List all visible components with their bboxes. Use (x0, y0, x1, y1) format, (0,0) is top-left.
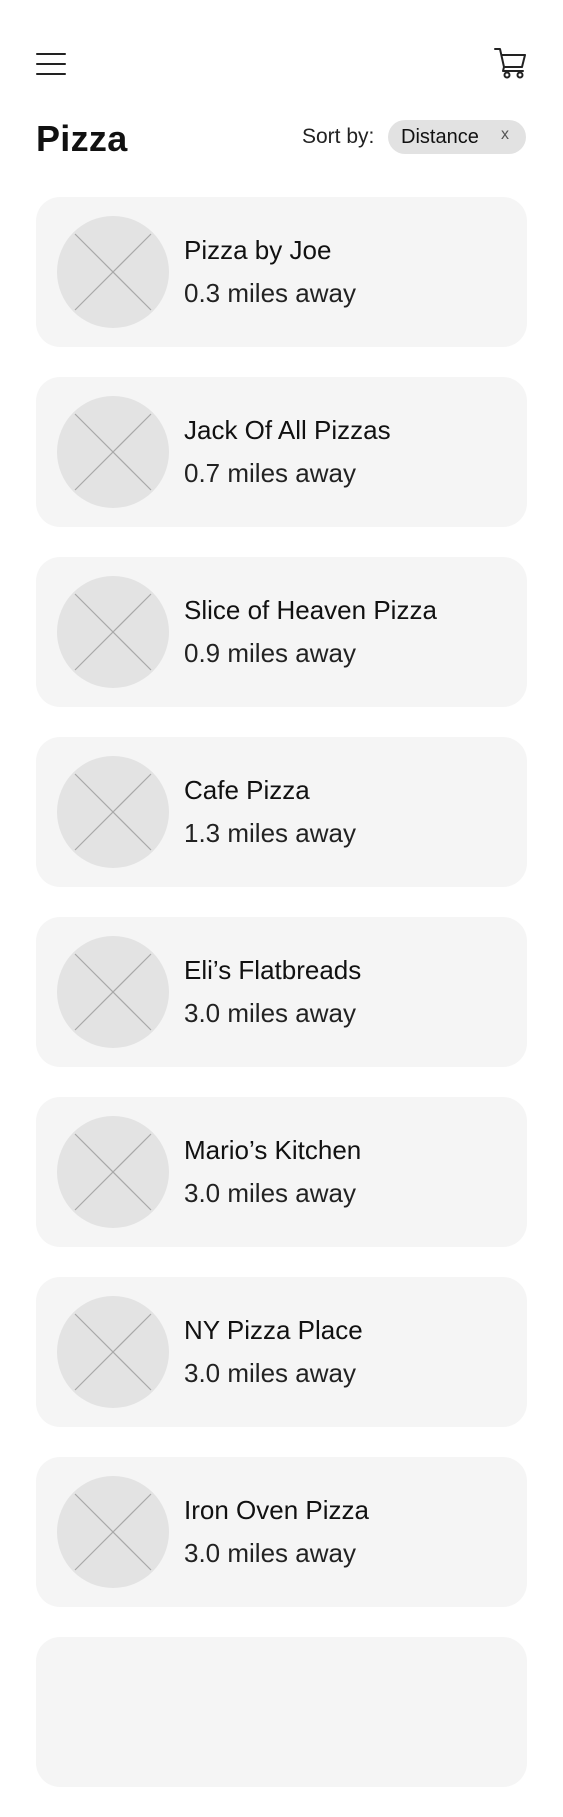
restaurant-list: Pizza by Joe 0.3 miles away Jack Of All … (36, 197, 527, 1817)
image-placeholder-icon (57, 1476, 169, 1588)
image-placeholder-icon (57, 1116, 169, 1228)
image-placeholder-icon (57, 216, 169, 328)
image-placeholder-icon (57, 756, 169, 868)
restaurant-distance: 3.0 miles away (184, 1358, 356, 1388)
restaurant-card[interactable]: Iron Oven Pizza 3.0 miles away (36, 1457, 527, 1607)
image-placeholder-icon (57, 936, 169, 1048)
shopping-cart-icon[interactable] (494, 46, 530, 80)
restaurant-distance: 3.0 miles away (184, 1178, 356, 1208)
restaurant-name: Pizza by Joe (184, 235, 332, 265)
restaurant-card[interactable]: Slice of Heaven Pizza 0.9 miles away (36, 557, 527, 707)
restaurant-name: Mario’s Kitchen (184, 1135, 362, 1165)
restaurant-name: NY Pizza Place (184, 1315, 363, 1345)
restaurant-name: Jack Of All Pizzas (184, 415, 391, 445)
restaurant-distance: 0.9 miles away (184, 638, 356, 668)
restaurant-card[interactable]: NY Pizza Place 3.0 miles away (36, 1277, 527, 1427)
page-title: Pizza (36, 118, 128, 159)
restaurant-distance: 1.3 miles away (184, 818, 356, 848)
restaurant-card[interactable]: Pizza by Joe 0.3 miles away (36, 197, 527, 347)
restaurant-card[interactable]: Eli’s Flatbreads 3.0 miles away (36, 917, 527, 1067)
hamburger-menu-icon[interactable] (34, 48, 68, 80)
sort-chip[interactable]: Distance x (388, 120, 526, 154)
clear-sort-button[interactable]: x (501, 126, 509, 144)
heading-row: Pizza Sort by: Distance x (0, 110, 563, 170)
sort-label: Sort by: (302, 125, 375, 148)
restaurant-distance: 0.7 miles away (184, 458, 356, 488)
restaurant-card[interactable]: Cafe Pizza 1.3 miles away (36, 737, 527, 887)
restaurant-name: Iron Oven Pizza (184, 1495, 369, 1525)
sort-chip-label: Distance (401, 126, 479, 148)
restaurant-name: Eli’s Flatbreads (184, 955, 362, 985)
restaurant-distance: 0.3 miles away (184, 278, 356, 308)
restaurant-distance: 3.0 miles away (184, 998, 356, 1028)
restaurant-name: Cafe Pizza (184, 775, 310, 805)
restaurant-card[interactable]: Jack Of All Pizzas 0.7 miles away (36, 377, 527, 527)
restaurant-card-partial[interactable] (36, 1637, 527, 1787)
top-bar (0, 0, 563, 110)
image-placeholder-icon (57, 1296, 169, 1408)
restaurant-name: Slice of Heaven Pizza (184, 595, 437, 625)
restaurant-distance: 3.0 miles away (184, 1538, 356, 1568)
image-placeholder-icon (57, 576, 169, 688)
restaurant-card[interactable]: Mario’s Kitchen 3.0 miles away (36, 1097, 527, 1247)
image-placeholder-icon (57, 396, 169, 508)
